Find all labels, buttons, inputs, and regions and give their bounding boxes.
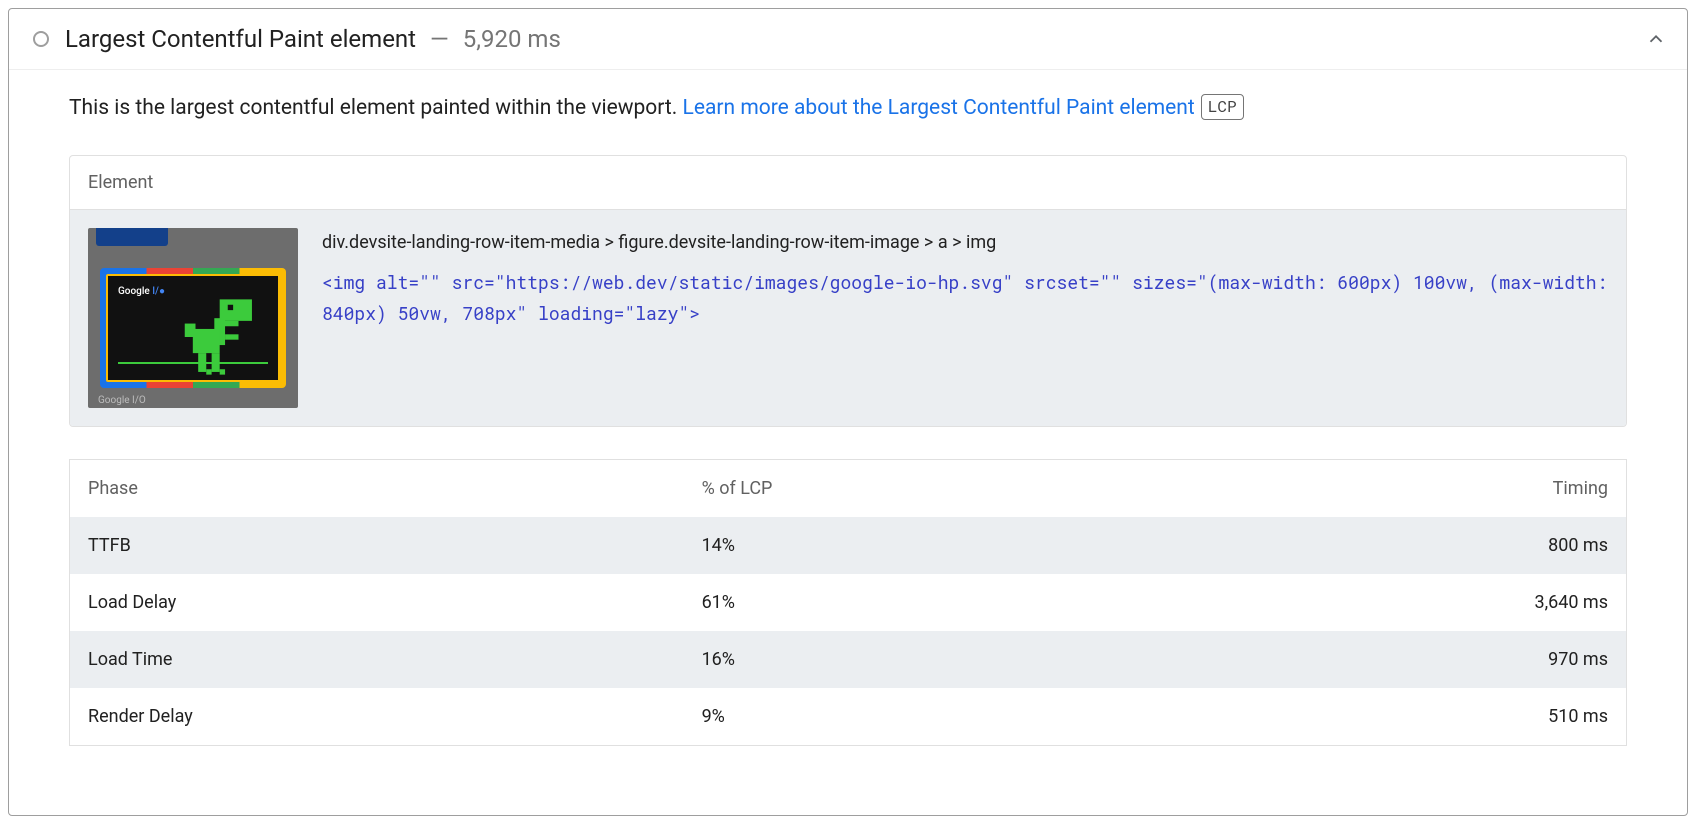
panel-description: This is the largest contentful element p… — [69, 70, 1627, 155]
cell-phase: Render Delay — [70, 688, 684, 746]
cell-pct: 9% — [684, 688, 1148, 746]
thumb-label-prefix: Google — [118, 286, 152, 297]
cell-timing: 3,640 ms — [1148, 574, 1626, 631]
col-pct: % of LCP — [684, 460, 1148, 518]
cell-phase: TTFB — [70, 517, 684, 574]
cell-timing: 970 ms — [1148, 631, 1626, 688]
panel-title-wrap: Largest Contentful Paint element — 5,920… — [65, 25, 1629, 53]
lcp-badge: LCP — [1201, 94, 1244, 120]
table-row: Load Time 16% 970 ms — [70, 631, 1627, 688]
cell-timing: 800 ms — [1148, 517, 1626, 574]
panel-title-separator: — — [430, 25, 449, 53]
col-timing: Timing — [1148, 460, 1626, 518]
chevron-up-icon[interactable] — [1645, 28, 1667, 50]
cell-timing: 510 ms — [1148, 688, 1626, 746]
table-row: TTFB 14% 800 ms — [70, 517, 1627, 574]
table-row: Load Delay 61% 3,640 ms — [70, 574, 1627, 631]
panel-header[interactable]: Largest Contentful Paint element — 5,920… — [9, 9, 1687, 69]
panel-title: Largest Contentful Paint element — [65, 25, 416, 53]
phase-table: Phase % of LCP Timing TTFB 14% 800 ms Lo… — [69, 459, 1627, 746]
thumb-caption: Google I/O — [98, 395, 146, 406]
element-text: div.devsite-landing-row-item-media > fig… — [322, 228, 1608, 328]
element-markup: <img alt="" src="https://web.dev/static/… — [322, 267, 1608, 328]
panel-title-metric: 5,920 ms — [463, 25, 561, 53]
description-intro: This is the largest contentful element p… — [69, 96, 683, 120]
cell-pct: 16% — [684, 631, 1148, 688]
cell-pct: 14% — [684, 517, 1148, 574]
cell-phase: Load Time — [70, 631, 684, 688]
lcp-element-panel: Largest Contentful Paint element — 5,920… — [8, 8, 1688, 816]
element-card: Element Google I/● — [69, 155, 1627, 427]
panel-body: This is the largest contentful element p… — [9, 69, 1687, 770]
element-card-heading: Element — [70, 156, 1626, 210]
element-card-body: Google I/● — [70, 210, 1626, 426]
table-header-row: Phase % of LCP Timing — [70, 460, 1627, 518]
col-phase: Phase — [70, 460, 684, 518]
learn-more-link[interactable]: Learn more about the Largest Contentful … — [683, 96, 1195, 120]
element-selector: div.devsite-landing-row-item-media > fig… — [322, 228, 1608, 259]
cell-phase: Load Delay — [70, 574, 684, 631]
status-circle-icon — [33, 31, 49, 47]
dino-icon — [174, 294, 260, 380]
table-row: Render Delay 9% 510 ms — [70, 688, 1627, 746]
thumb-label-suffix: I/● — [152, 286, 165, 297]
cell-pct: 61% — [684, 574, 1148, 631]
element-thumbnail[interactable]: Google I/● — [88, 228, 298, 408]
